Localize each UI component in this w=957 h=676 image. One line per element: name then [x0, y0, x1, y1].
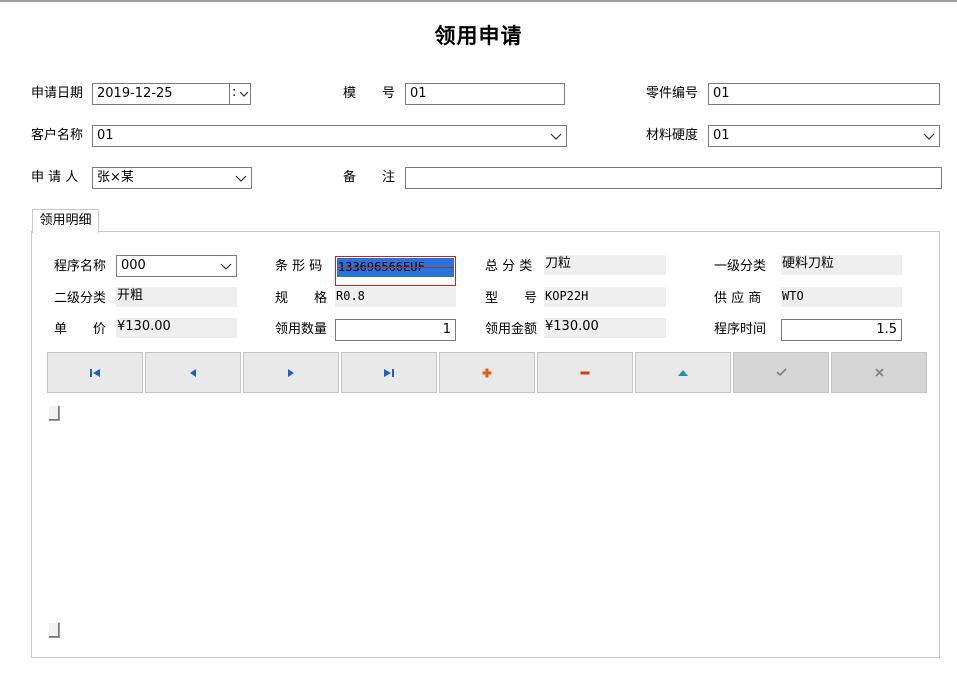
- chevron-down-icon: [923, 133, 935, 140]
- chevron-down-icon: [220, 263, 232, 270]
- supplier-label: 供 应 商: [714, 291, 762, 306]
- amount-value: ¥130.00: [544, 318, 666, 338]
- applicant-label: 申 请 人: [31, 170, 79, 185]
- model-label: 型 号: [485, 291, 538, 306]
- program-time-field[interactable]: 1.5: [781, 319, 902, 341]
- prior-icon: [190, 368, 196, 377]
- amount-label: 领用金额: [485, 322, 538, 337]
- page-title: 领用申请: [434, 24, 523, 48]
- remark-field[interactable]: [405, 167, 942, 189]
- prior-record-button[interactable]: [145, 352, 241, 393]
- remark-label: 备 注: [343, 170, 396, 185]
- next-record-button[interactable]: [243, 352, 339, 393]
- level2-value: 开粗: [116, 287, 237, 307]
- barcode-strike-line: [337, 267, 454, 268]
- category-value: 刀粒: [544, 255, 666, 275]
- applicant-value: 张×某: [97, 170, 134, 185]
- insert-record-button[interactable]: [439, 352, 535, 393]
- program-name-select[interactable]: 000: [116, 255, 237, 277]
- date-picker-button[interactable]: :: [229, 83, 251, 105]
- program-name-value: 000: [121, 258, 146, 273]
- barcode-input[interactable]: 133696566EUF: [335, 256, 456, 286]
- category-label: 总 分 类: [485, 259, 533, 274]
- apply-date-field[interactable]: 2019-12-25: [92, 83, 230, 105]
- unit-price-value: ¥130.00: [116, 318, 237, 338]
- minus-icon: [580, 371, 590, 374]
- tab-detail[interactable]: 领用明细: [32, 209, 99, 233]
- spec-label: 规 格: [275, 291, 328, 306]
- level1-value: 硬料刀粒: [781, 255, 902, 275]
- customer-select[interactable]: 01: [92, 125, 567, 147]
- applicant-select[interactable]: 张×某: [92, 167, 252, 189]
- cancel-record-button[interactable]: [831, 352, 927, 393]
- model-value: KOP22H: [544, 287, 666, 307]
- hardness-value: 01: [713, 128, 730, 143]
- chevron-down-icon: [239, 91, 249, 97]
- part-no-label: 零件编号: [646, 86, 699, 101]
- date-picker-colon: :: [232, 85, 237, 100]
- first-icon: [90, 368, 100, 377]
- part-no-field[interactable]: 01: [708, 83, 940, 105]
- quantity-label: 领用数量: [275, 322, 328, 337]
- chevron-down-icon: [550, 133, 562, 140]
- mold-no-field[interactable]: 01: [405, 83, 565, 105]
- program-time-label: 程序时间: [714, 322, 767, 337]
- first-record-button[interactable]: [47, 352, 143, 393]
- scroll-handle-top[interactable]: [48, 405, 60, 421]
- edit-record-button[interactable]: [635, 352, 731, 393]
- level2-label: 二级分类: [54, 291, 107, 306]
- post-record-button[interactable]: [733, 352, 829, 393]
- supplier-value: WTO: [781, 287, 902, 307]
- level1-label: 一级分类: [714, 259, 767, 274]
- scroll-handle-bottom[interactable]: [48, 622, 60, 638]
- spec-value: R0.8: [335, 287, 456, 307]
- check-icon: [775, 368, 787, 377]
- last-icon: [384, 368, 394, 377]
- hardness-label: 材料硬度: [646, 128, 699, 143]
- last-record-button[interactable]: [341, 352, 437, 393]
- hardness-select[interactable]: 01: [708, 125, 940, 147]
- chevron-down-icon: [235, 175, 247, 182]
- program-name-label: 程序名称: [54, 259, 107, 274]
- next-icon: [288, 368, 294, 377]
- unit-price-label: 单 价: [54, 322, 107, 337]
- apply-date-label: 申请日期: [31, 86, 84, 101]
- window-top-border: [0, 0, 957, 2]
- mold-no-label: 模 号: [343, 86, 396, 101]
- x-icon: [874, 368, 884, 377]
- delete-record-button[interactable]: [537, 352, 633, 393]
- up-triangle-icon: [678, 369, 688, 376]
- plus-icon: [482, 368, 492, 377]
- quantity-field[interactable]: 1: [335, 319, 456, 341]
- customer-value: 01: [97, 128, 114, 143]
- customer-label: 客户名称: [31, 128, 84, 143]
- barcode-label: 条 形 码: [275, 259, 323, 274]
